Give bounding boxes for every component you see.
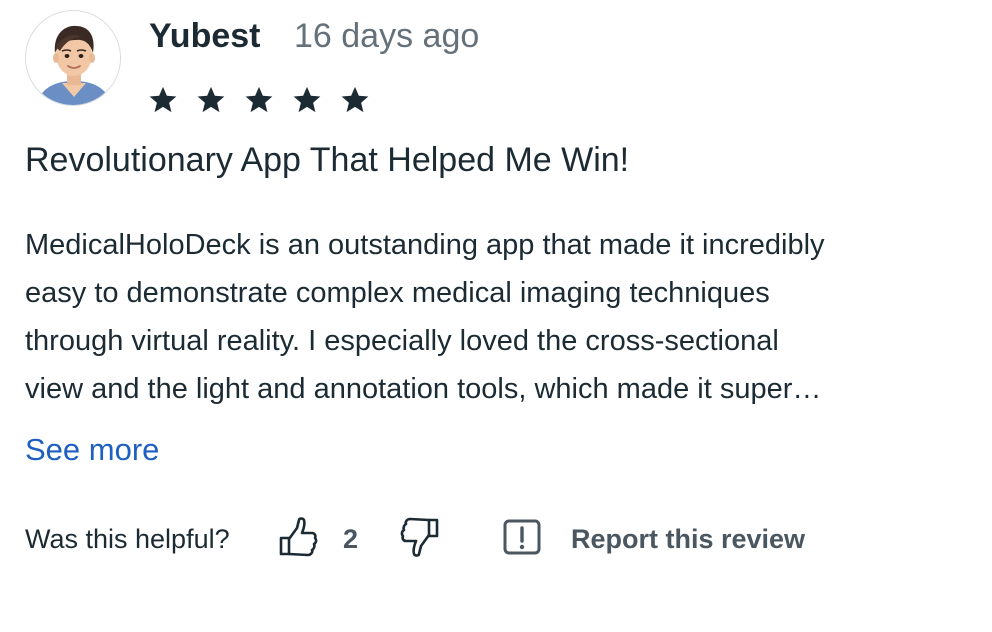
user-avatar[interactable] — [25, 10, 121, 106]
review-card: Yubest 16 days ago Revolutionary App Tha… — [0, 0, 992, 632]
star-icon — [149, 86, 177, 113]
review-body: MedicalHoloDeck is an outstanding app th… — [25, 221, 970, 413]
star-icon — [197, 86, 225, 113]
reviewer-name: Yubest — [149, 17, 261, 55]
thumbs-up-icon[interactable] — [277, 514, 319, 560]
report-review-button[interactable]: Report this review — [571, 520, 805, 558]
alert-box-icon[interactable] — [502, 518, 542, 556]
review-timestamp: 16 days ago — [294, 17, 480, 55]
review-body-line: view and the light and annotation tools,… — [25, 373, 822, 405]
star-rating — [145, 83, 385, 117]
star-icon — [245, 86, 273, 113]
like-count: 2 — [343, 524, 359, 554]
review-body-line: MedicalHoloDeck is an outstanding app th… — [25, 229, 825, 261]
review-body-line: easy to demonstrate complex medical imag… — [25, 277, 770, 309]
star-icon — [293, 86, 321, 113]
feedback-bar: Was this helpful? 2 Report this review — [25, 510, 975, 568]
helpful-label: Was this helpful? — [25, 524, 230, 554]
thumbs-down-icon[interactable] — [399, 514, 441, 562]
see-more-link[interactable]: See more — [25, 428, 159, 472]
review-body-line: through virtual reality. I especially lo… — [25, 325, 779, 357]
star-icon — [341, 86, 369, 113]
review-title: Revolutionary App That Helped Me Win! — [25, 141, 630, 179]
avatar-image — [26, 11, 120, 105]
